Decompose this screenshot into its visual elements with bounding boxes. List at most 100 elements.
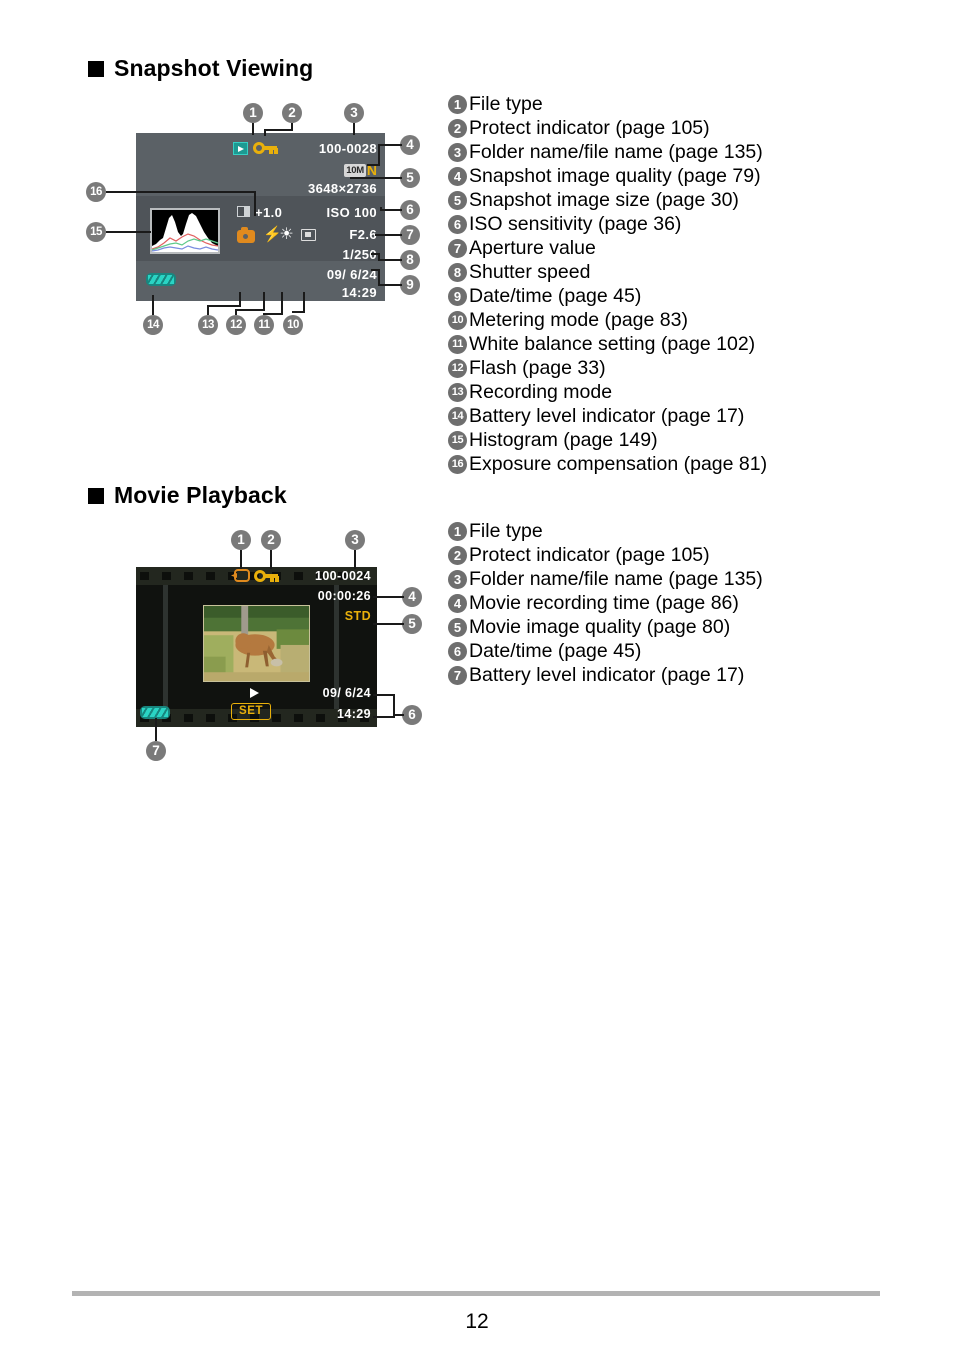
legend-item: 8 Shutter speed (448, 260, 868, 284)
legend-item: 3 Folder name/file name (page 135) (448, 140, 868, 164)
leader-snapshot-6v (380, 207, 382, 211)
legend-bubble: 14 (448, 407, 467, 426)
leader-movie-5 (373, 623, 404, 625)
legend-item: 7 Battery level indicator (page 17) (448, 663, 868, 687)
lcd-ev-value: +1.0 (255, 205, 283, 220)
movie-heading-text: Movie Playback (114, 482, 287, 508)
leader-snapshot-9 (378, 284, 402, 286)
metering-icon (301, 229, 316, 241)
heading-bullet-icon (88, 60, 104, 77)
callout-movie-5: 5 (402, 614, 422, 634)
legend-item: 15 Histogram (page 149) (448, 428, 868, 452)
leader-snapshot-12h (235, 309, 265, 311)
leader-snapshot-13v2 (239, 292, 241, 306)
leader-snapshot-4h2 (367, 164, 380, 166)
legend-label: Folder name/file name (page 135) (469, 141, 763, 163)
legend-bubble: 12 (448, 359, 467, 378)
callout-snapshot-9: 9 (400, 275, 420, 295)
legend-label: Battery level indicator (page 17) (469, 405, 745, 427)
leader-snapshot-1 (252, 123, 254, 135)
snapshot-section-heading: Snapshot Viewing (88, 55, 313, 82)
legend-item: 13 Recording mode (448, 380, 868, 404)
legend-item: 11 White balance setting (page 102) (448, 332, 868, 356)
legend-item: 6 ISO sensitivity (page 36) (448, 212, 868, 236)
leader-snapshot-5 (350, 177, 402, 179)
legend-label: Date/time (page 45) (469, 640, 642, 662)
page-number: 12 (465, 1310, 489, 1333)
legend-bubble: 3 (448, 570, 467, 589)
leader-snapshot-10h (292, 311, 305, 313)
callout-snapshot-14: 14 (143, 315, 163, 335)
legend-bubble: 1 (448, 522, 467, 541)
legend-item: 1 File type (448, 519, 868, 543)
histogram-svg (151, 213, 219, 252)
quality-size-box: 10M (344, 163, 366, 177)
set-badge: SET (231, 703, 272, 720)
movie-date: 09/ 6/24 (322, 686, 371, 700)
legend-item: 10 Metering mode (page 83) (448, 308, 868, 332)
callout-snapshot-8: 8 (400, 250, 420, 270)
callout-snapshot-6: 6 (400, 200, 420, 220)
legend-label: Aperture value (469, 237, 596, 259)
leader-snapshot-6 (380, 209, 402, 211)
leader-movie-4 (373, 596, 404, 598)
legend-label: Date/time (page 45) (469, 285, 642, 307)
play-triangle-icon (250, 688, 259, 698)
leader-movie-6b (373, 716, 395, 718)
callout-movie-6: 6 (402, 705, 422, 725)
lcd-iso: ISO 100 (326, 205, 377, 220)
leader-snapshot-8h2 (371, 253, 380, 255)
movie-legend: 1 File type 2 Protect indicator (page 105)… (448, 519, 868, 687)
movie-file-number: 100-0024 (314, 569, 371, 583)
leader-snapshot-8 (378, 259, 402, 261)
legend-label: Snapshot image quality (page 79) (469, 165, 761, 187)
footer-rule (72, 1291, 880, 1296)
legend-item: 5 Snapshot image size (page 30) (448, 188, 868, 212)
callout-snapshot-7: 7 (400, 225, 420, 245)
key-tooth-1 (270, 576, 274, 582)
callout-snapshot-11: 11 (254, 315, 274, 335)
camera-icon (237, 227, 255, 243)
legend-bubble: 10 (448, 311, 467, 330)
leader-snapshot-11 (281, 292, 283, 315)
callout-movie-2: 2 (261, 530, 281, 550)
lcd-time: 14:29 (341, 285, 377, 300)
legend-label: Movie image quality (page 80) (469, 616, 731, 638)
leader-snapshot-15 (106, 231, 151, 233)
key-tooth-2 (274, 148, 278, 154)
callout-movie-7: 7 (146, 741, 166, 761)
movie-quality: STD (344, 609, 371, 623)
exposure-compensation-icon (237, 206, 250, 217)
callout-snapshot-2: 2 (282, 103, 302, 123)
legend-label: Recording mode (469, 381, 613, 403)
film-edge-left (163, 585, 168, 709)
legend-item: 12 Flash (page 33) (448, 356, 868, 380)
play-icon (233, 142, 248, 155)
legend-label: Protect indicator (page 105) (469, 117, 710, 139)
callout-snapshot-3: 3 (344, 103, 364, 123)
leader-movie-6v (393, 694, 395, 716)
legend-item: 16 Exposure compensation (page 81) (448, 452, 868, 476)
legend-item: 7 Aperture value (448, 236, 868, 260)
leader-movie-7 (155, 718, 157, 741)
legend-item: 14 Battery level indicator (page 17) (448, 404, 868, 428)
key-icon (254, 569, 279, 583)
legend-bubble: 6 (448, 215, 467, 234)
heading-bullet-icon (88, 487, 104, 504)
lcd-image-size: 3648×2736 (307, 181, 377, 196)
leader-snapshot-9v (378, 269, 380, 286)
legend-bubble: 4 (448, 594, 467, 613)
legend-bubble: 7 (448, 666, 467, 685)
legend-bubble: 8 (448, 263, 467, 282)
legend-label: Flash (page 33) (469, 357, 606, 379)
legend-bubble: 5 (448, 618, 467, 637)
legend-item: 9 Date/time (page 45) (448, 284, 868, 308)
legend-label: Protect indicator (page 105) (469, 544, 710, 566)
lcd-aperture: F2.6 (349, 227, 377, 242)
leader-snapshot-2h (264, 129, 293, 131)
battery-icon (146, 273, 176, 286)
legend-label: Snapshot image size (page 30) (469, 189, 739, 211)
leader-movie-3 (354, 550, 356, 569)
leader-snapshot-11h (263, 313, 283, 315)
callout-movie-1: 1 (231, 530, 251, 550)
